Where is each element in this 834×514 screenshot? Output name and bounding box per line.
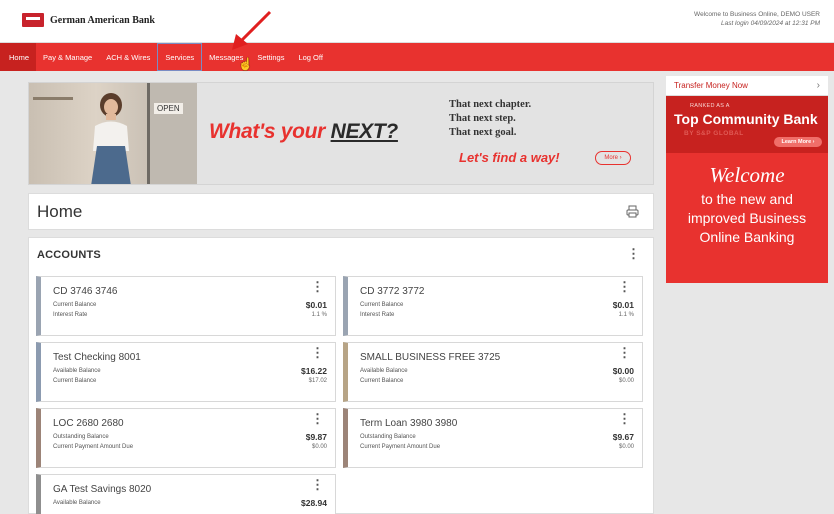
account-name[interactable]: GA Test Savings 8020 [53,484,151,495]
account-value-1: $28.94 [301,498,327,508]
account-menu-icon[interactable]: ⋮ [618,412,631,425]
welcome-message: Welcome to Business Online, DEMO USER La… [694,10,820,28]
account-menu-icon[interactable]: ⋮ [311,280,324,293]
nav-home[interactable]: Home [0,43,37,71]
account-label-2: Current Payment Amount Due [360,444,441,450]
account-menu-icon[interactable]: ⋮ [311,478,324,491]
welcome-line-2: improved Business [687,210,807,226]
account-value-2: $0.00 [618,378,634,384]
account-label-2: Interest Rate [53,312,88,318]
ranking-ad[interactable]: RANKED AS A Top Community Bank BY S&P GL… [666,96,828,153]
account-label-1: Available Balance [53,500,101,506]
nav-services[interactable]: Services [157,43,203,71]
woman-photo-icon [91,93,131,184]
account-name[interactable]: SMALL BUSINESS FREE 3725 [360,352,500,363]
transfer-money-link[interactable]: Transfer Money Now › [666,76,828,96]
account-name[interactable]: Test Checking 8001 [53,352,141,363]
open-sign: OPEN [154,103,183,114]
welcome-script: Welcome [709,163,785,187]
account-value-1: $0.01 [305,300,327,310]
bank-logo-icon [22,13,44,27]
bank-name: German American Bank [50,14,155,26]
banner-photo: OPEN [29,83,197,184]
page-header-card: Home [28,193,654,230]
learn-more-button[interactable]: Learn More › [774,137,822,147]
welcome-line-1: to the new and [701,191,793,207]
chevron-right-icon: › [816,80,820,91]
nav-pay-manage[interactable]: Pay & Manage [36,43,99,71]
print-icon[interactable] [626,205,639,218]
account-name[interactable]: CD 3772 3772 [360,286,425,297]
welcome-promo: Welcome to the new and improved Business… [666,153,828,283]
account-tile[interactable]: CD 3772 3772 Current Balance Interest Rate… [343,276,643,336]
promo-banner[interactable]: OPEN What's your NEXT? That next chapter… [28,82,654,185]
page-title: Home [37,202,83,221]
account-value-2: 1.1 % [618,312,634,318]
accounts-title: ACCOUNTS [37,249,101,261]
account-label-2: Current Payment Amount Due [53,444,134,450]
account-value-2: $0.00 [618,444,634,450]
account-label-2: Current Balance [360,378,404,384]
account-tile[interactable]: LOC 2680 2680 Outstanding Balance Current … [36,408,336,468]
account-tile[interactable]: Term Loan 3980 3980 Outstanding Balance Cu… [343,408,643,468]
main-nav: Home Pay & Manage ACH & Wires Services M… [0,43,834,71]
accounts-card: ACCOUNTS ⋮ CD 3746 3746 Current Balance In… [28,237,654,514]
account-value-2: $0.00 [311,444,327,450]
account-label-1: Current Balance [53,302,97,308]
last-login: Last login 04/09/2024 at 12:31 PM [720,20,820,27]
welcome-line-3: Online Banking [699,229,795,245]
account-menu-icon[interactable]: ⋮ [311,412,324,425]
account-menu-icon[interactable]: ⋮ [618,346,631,359]
account-value-2: 1.1 % [311,312,327,318]
account-value-1: $16.22 [301,366,327,376]
account-label-1: Outstanding Balance [53,434,109,440]
account-label-1: Current Balance [360,302,404,308]
rank-subtitle: BY S&P GLOBAL [684,130,744,137]
account-label-1: Outstanding Balance [360,434,416,440]
welcome-user: Welcome to Business Online, DEMO USER [694,11,820,18]
account-menu-icon[interactable]: ⋮ [311,346,324,359]
account-name[interactable]: CD 3746 3746 [53,286,118,297]
account-label-1: Available Balance [53,368,101,374]
nav-ach-wires[interactable]: ACH & Wires [99,43,157,71]
accounts-menu-icon[interactable]: ⋮ [627,247,640,260]
transfer-money-label: Transfer Money Now [674,81,748,90]
account-value-2: $17.02 [308,378,327,384]
top-header: German American Bank Welcome to Business… [0,0,834,43]
account-value-1: $9.87 [305,432,327,442]
account-label-1: Available Balance [360,368,408,374]
annotation-arrow-icon [232,10,272,50]
account-label-2: Interest Rate [360,312,395,318]
account-tile[interactable]: GA Test Savings 8020 Available Balance $28… [36,474,336,514]
bank-logo[interactable]: German American Bank [22,13,155,27]
banner-more-button[interactable]: More › [595,151,631,165]
banner-tagline: That next chapter. That next step. That … [449,99,532,138]
account-value-1: $0.00 [612,366,634,376]
account-name[interactable]: Term Loan 3980 3980 [360,418,457,429]
nav-log-off[interactable]: Log Off [291,43,329,71]
hand-cursor-icon: ☝ [238,57,253,71]
banner-headline: What's your NEXT? [209,120,398,143]
rank-title: Top Community Bank [674,111,818,127]
account-value-1: $0.01 [612,300,634,310]
ranked-as-label: RANKED AS A [690,103,730,109]
account-tile[interactable]: CD 3746 3746 Current Balance Interest Rate… [36,276,336,336]
account-menu-icon[interactable]: ⋮ [618,280,631,293]
account-label-2: Current Balance [53,378,97,384]
account-name[interactable]: LOC 2680 2680 [53,418,124,429]
account-tile[interactable]: Test Checking 8001 Available Balance Curre… [36,342,336,402]
account-value-1: $9.67 [612,432,634,442]
account-tile[interactable]: SMALL BUSINESS FREE 3725 Available Balanc… [343,342,643,402]
banner-cta: Let's find a way! [459,150,560,165]
